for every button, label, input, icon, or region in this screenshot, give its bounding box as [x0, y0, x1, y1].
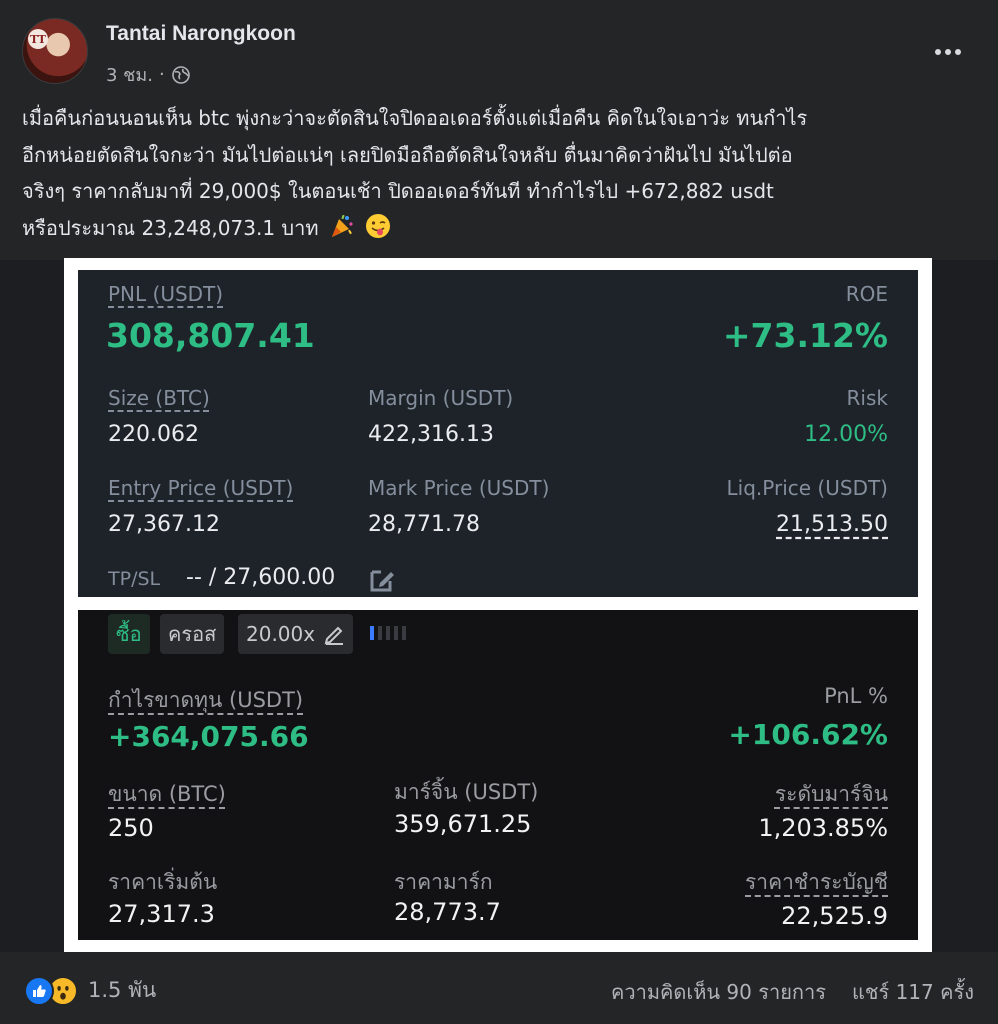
more-icon-dot — [935, 49, 941, 55]
position-card-english: PNL (USDT) 308,807.41 ROE +73.12% Size (… — [78, 270, 918, 597]
margin-label: Margin (USDT) — [368, 386, 514, 410]
engagement-stats: ความคิดเห็น 90 รายการ แชร์ 117 ครั้ง — [611, 976, 974, 1008]
post-text: เมื่อคืนก่อนนอนเห็น btc พุ่งกะว่าจะตัดสิ… — [22, 100, 982, 246]
mark-price-value: 28,773.7 — [394, 898, 501, 926]
shares-count[interactable]: แชร์ 117 ครั้ง — [852, 976, 974, 1008]
post-text-line: จริงๆ ราคากลับมาที่ 29,000$ ในตอนเช้า ปิ… — [22, 179, 774, 203]
entry-price-label: Entry Price (USDT) — [108, 476, 294, 500]
leverage-button[interactable]: 20.00x — [238, 614, 354, 654]
comments-count[interactable]: ความคิดเห็น 90 รายการ — [611, 976, 826, 1008]
pnl-label: PNL (USDT) — [108, 282, 224, 306]
post-text-line: หรือประมาณ 23,248,073.1 บาท — [22, 215, 319, 240]
risk-label: Risk — [846, 386, 888, 410]
roe-label: ROE — [845, 282, 888, 306]
post-text-line-last: หรือประมาณ 23,248,073.1 บาท — [22, 210, 982, 247]
margin-value: 422,316.13 — [368, 422, 494, 447]
entry-price-value: 27,317.3 — [108, 900, 215, 928]
size-value: 220.062 — [108, 422, 199, 447]
entry-price-label: ราคาเริ่มต้น — [108, 870, 218, 894]
pnl-percent-label: PnL % — [824, 684, 888, 708]
tpsl-value: -- / 27,600.00 — [186, 565, 336, 590]
like-icon — [24, 975, 54, 1006]
risk-bar — [386, 626, 390, 640]
mark-price-value: 28,771.78 — [368, 512, 480, 537]
mark-price-label: ราคามาร์ก — [394, 870, 493, 894]
risk-value: 12.00% — [804, 422, 888, 447]
liq-price-value: 22,525.9 — [781, 902, 888, 930]
risk-meter — [370, 626, 406, 640]
post-time[interactable]: 3 ชม. — [106, 60, 153, 89]
globe-icon[interactable] — [171, 65, 191, 85]
more-icon-dot — [945, 49, 951, 55]
risk-bar — [394, 626, 398, 640]
margin-value: 359,671.25 — [394, 810, 532, 838]
reactions-summary[interactable]: 1.5 พัน — [24, 974, 156, 1007]
liq-price-label: ราคาชำระบัญชี — [745, 870, 888, 894]
liq-price-value: 21,513.50 — [776, 512, 888, 537]
party-popper-icon — [331, 214, 353, 237]
size-label: ขนาด (BTC) — [108, 782, 226, 806]
more-icon-dot — [955, 49, 961, 55]
margin-level-label: ระดับมาร์จิน — [774, 782, 888, 806]
risk-bar — [402, 626, 406, 640]
size-value: 250 — [108, 814, 154, 842]
meta-separator: · — [158, 64, 165, 85]
tongue-wink-icon — [366, 213, 391, 238]
mark-price-label: Mark Price (USDT) — [368, 476, 550, 500]
margin-label: มาร์จิ้น (USDT) — [394, 780, 539, 804]
post-footer: 1.5 พัน ความคิดเห็น 90 รายการ แชร์ 117 ค… — [0, 952, 998, 1024]
post-header: TT Tantai Narongkoon 3 ชม. · — [22, 18, 976, 88]
margin-mode-button[interactable]: ครอส — [160, 614, 225, 654]
roe-value: +73.12% — [722, 316, 888, 355]
post-text-line: อีกหน่อยตัดสินใจกะว่า มันไปต่อแน่ๆ เลยปิ… — [22, 142, 793, 167]
post-text-line: เมื่อคืนก่อนนอนเห็น btc พุ่งกะว่าจะตัดสิ… — [22, 106, 808, 130]
pnl-label: กำไรขาดทุน (USDT) — [108, 688, 304, 712]
margin-level-value: 1,203.85% — [758, 814, 888, 842]
position-card-thai: ซื้อ ครอส 20.00x กำไรขาดทุน (USDT) +364,… — [78, 610, 918, 940]
risk-bar — [370, 626, 374, 640]
tpsl-label: TP/SL — [108, 568, 161, 590]
author-name[interactable]: Tantai Narongkoon — [106, 22, 296, 46]
pencil-icon — [324, 626, 344, 645]
liq-price-label: Liq.Price (USDT) — [726, 476, 888, 500]
entry-price-value: 27,367.12 — [108, 512, 220, 537]
pnl-value: +364,075.66 — [108, 720, 309, 753]
side-badge: ซื้อ — [108, 614, 150, 654]
more-options-button[interactable] — [928, 32, 968, 72]
size-label: Size (BTC) — [108, 386, 210, 410]
risk-bar — [378, 626, 382, 640]
reaction-count[interactable]: 1.5 พัน — [88, 974, 156, 1007]
leverage-label: 20.00x — [246, 622, 316, 646]
edit-icon[interactable] — [368, 566, 396, 594]
avatar-logo: TT — [28, 29, 48, 49]
pnl-percent-value: +106.62% — [728, 718, 888, 751]
pnl-value: 308,807.41 — [106, 316, 315, 355]
post-meta: 3 ชม. · — [106, 60, 191, 89]
avatar[interactable]: TT — [22, 18, 88, 84]
